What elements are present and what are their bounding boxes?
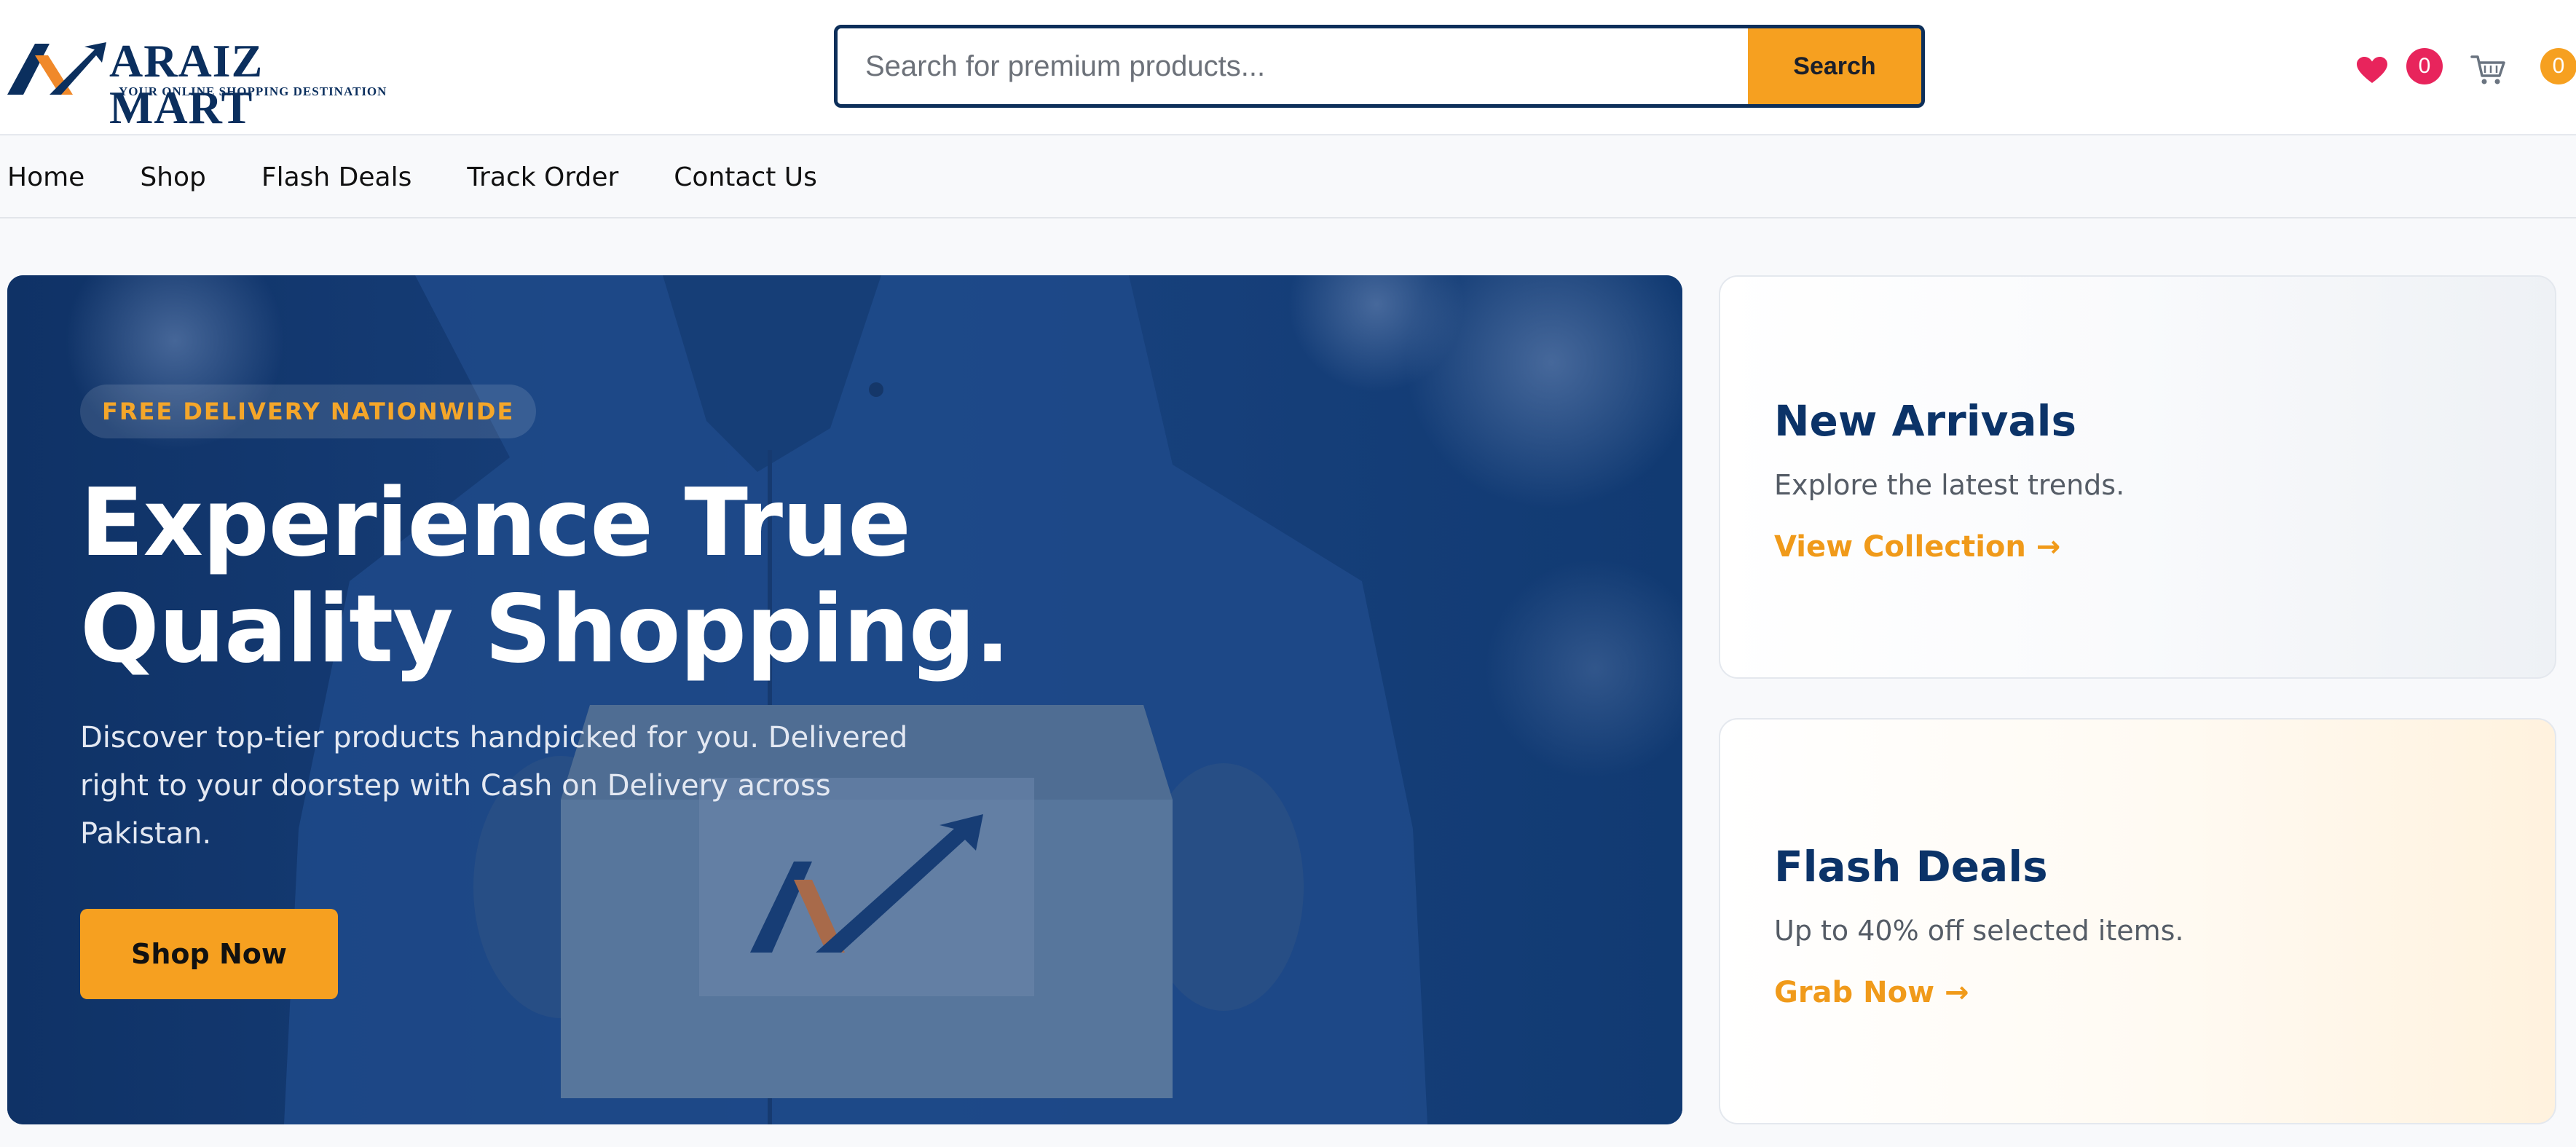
cart-button[interactable]: 0 xyxy=(2470,47,2576,87)
new-arrivals-card[interactable]: New Arrivals Explore the latest trends. … xyxy=(1719,275,2556,679)
wishlist-count-badge: 0 xyxy=(2406,48,2443,84)
hero-description: Discover top-tier products handpicked fo… xyxy=(80,721,908,851)
search-input[interactable] xyxy=(838,28,1748,104)
hero-content: FREE DELIVERY NATIONWIDE Experience True… xyxy=(80,385,1318,999)
cart-count-badge: 0 xyxy=(2540,48,2576,84)
flash-deals-title: Flash Deals xyxy=(1774,842,2048,891)
nav-item-shop[interactable]: Shop xyxy=(140,162,206,192)
heart-icon xyxy=(2357,57,2387,83)
new-arrivals-content: New Arrivals Explore the latest trends. … xyxy=(1774,396,2124,564)
cart-icon xyxy=(2470,55,2505,84)
shop-now-button[interactable]: Shop Now xyxy=(80,909,338,999)
nav-item-flash-deals[interactable]: Flash Deals xyxy=(261,162,411,192)
view-collection-link[interactable]: View Collection → xyxy=(1774,530,2060,564)
logo-mark-icon xyxy=(7,42,106,95)
flash-deals-card[interactable]: Flash Deals Up to 40% off selected items… xyxy=(1719,718,2556,1124)
hero-banner: FREE DELIVERY NATIONWIDE Experience True… xyxy=(7,275,1682,1124)
search-button[interactable]: Search xyxy=(1748,28,1921,104)
flash-deals-subtitle: Up to 40% off selected items. xyxy=(1774,915,2184,947)
site-header: ARAIZ MART YOUR ONLINE SHOPPING DESTINAT… xyxy=(0,0,2576,135)
new-arrivals-subtitle: Explore the latest trends. xyxy=(1774,469,2125,501)
main-nav: Home Shop Flash Deals Track Order Contac… xyxy=(0,137,2576,218)
search-bar: Search xyxy=(834,25,1925,108)
free-delivery-badge: FREE DELIVERY NATIONWIDE xyxy=(80,385,537,438)
nav-item-track-order[interactable]: Track Order xyxy=(467,162,618,192)
hero-title: Experience True Quality Shopping. xyxy=(80,469,1010,684)
nav-item-contact-us[interactable]: Contact Us xyxy=(674,162,817,192)
wishlist-button[interactable]: 0 xyxy=(2352,47,2447,87)
nav-item-home[interactable]: Home xyxy=(7,162,84,192)
logo[interactable]: ARAIZ MART YOUR ONLINE SHOPPING DESTINAT… xyxy=(6,38,414,131)
logo-tagline: YOUR ONLINE SHOPPING DESTINATION xyxy=(119,84,387,98)
flash-deals-content: Flash Deals Up to 40% off selected items… xyxy=(1774,842,2184,1009)
new-arrivals-title: New Arrivals xyxy=(1774,396,2076,446)
grab-now-link[interactable]: Grab Now → xyxy=(1774,976,1969,1009)
